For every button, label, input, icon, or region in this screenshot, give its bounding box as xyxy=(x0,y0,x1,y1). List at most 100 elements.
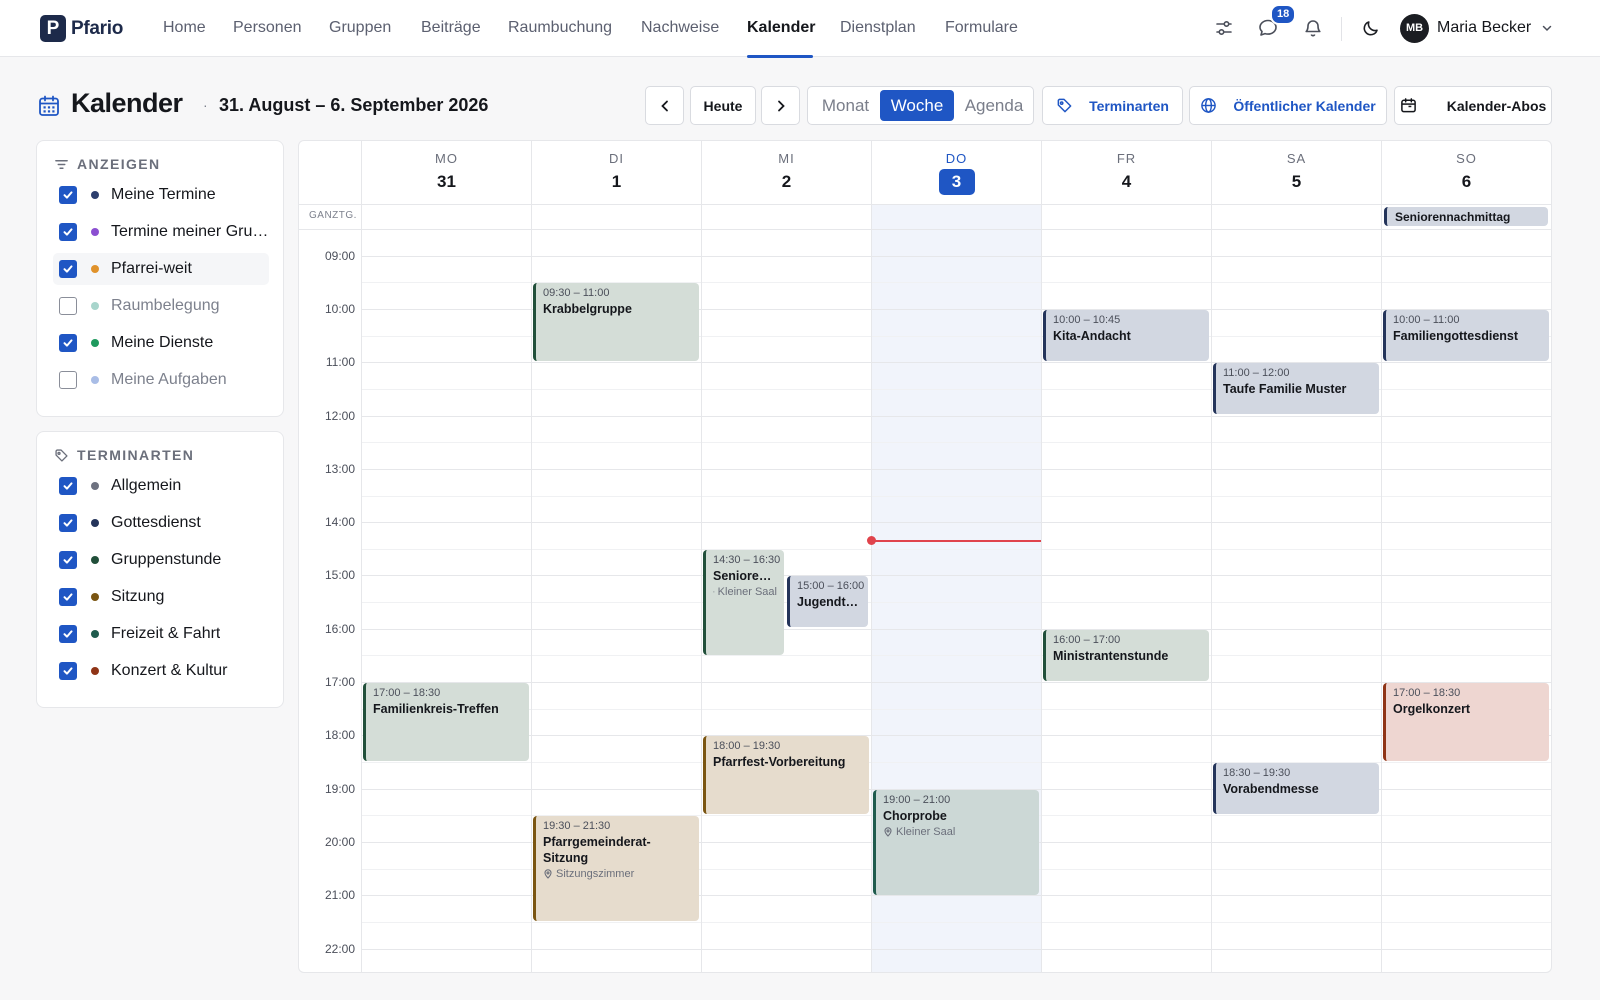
event-location-text: Kleiner Saal xyxy=(717,586,777,598)
event-time: 11:00 – 12:00 xyxy=(1223,367,1290,379)
calendar-subscriptions-button[interactable]: Kalender-Abos xyxy=(1394,86,1552,125)
previous-week-button[interactable] xyxy=(645,86,684,125)
grid-line xyxy=(361,682,1551,683)
type-filter-4[interactable]: Freizeit & Fahrt xyxy=(53,618,269,650)
checkbox[interactable] xyxy=(59,625,77,643)
show-filter-4[interactable]: Meine Dienste xyxy=(53,327,269,359)
filter-label: Gottesdienst xyxy=(111,514,201,531)
hour-label: 17:00 xyxy=(324,675,355,689)
calendar-event[interactable]: 17:00 – 18:30 Orgelkonzert xyxy=(1383,683,1549,761)
checkbox[interactable] xyxy=(59,260,77,278)
bell-icon[interactable] xyxy=(1299,14,1327,42)
calendar-event[interactable]: 10:00 – 11:00 Familiengottesdienst xyxy=(1383,310,1549,361)
color-dot xyxy=(91,376,99,384)
color-dot xyxy=(91,593,99,601)
calendar-event[interactable]: 16:00 – 17:00 Ministrantenstunde xyxy=(1043,630,1209,681)
event-time: 19:30 – 21:30 xyxy=(543,820,611,832)
nav-nachweise[interactable]: Nachweise xyxy=(641,19,719,37)
calendar-event[interactable]: 11:00 – 12:00 Taufe Familie Muster xyxy=(1213,363,1379,414)
calendar-event[interactable]: 19:00 – 21:00 Chorprobe Kleiner Saal xyxy=(873,790,1039,895)
day-header[interactable]: DI 1 xyxy=(531,141,701,204)
view-agenda-tab[interactable]: Agenda xyxy=(957,90,1031,121)
grid-line xyxy=(299,229,1551,230)
view-week-tab[interactable]: Woche xyxy=(880,90,954,121)
calendar-event[interactable]: 15:00 – 16:00 Jugendtreff xyxy=(787,576,868,627)
nav-raumbuchung[interactable]: Raumbuchung xyxy=(508,19,612,37)
event-types-heading: TERMINARTEN xyxy=(54,447,194,463)
checkbox[interactable] xyxy=(59,334,77,352)
grid-line xyxy=(361,416,1551,417)
show-filter-title: ANZEIGEN xyxy=(77,156,161,172)
color-dot xyxy=(91,265,99,273)
color-dot xyxy=(91,519,99,527)
calendar-event[interactable]: 14:30 – 16:30 Seniorencafé Kleiner Saal xyxy=(703,550,784,655)
checkbox[interactable] xyxy=(59,514,77,532)
calendar-event[interactable]: 19:30 – 21:30 Pfarrgemeinderat-Sitzung Sit… xyxy=(533,816,699,921)
show-filter-5[interactable]: Meine Aufgaben xyxy=(53,364,269,396)
show-filter-1[interactable]: Termine meiner Gruppen xyxy=(53,216,269,248)
settings-sliders-icon[interactable] xyxy=(1210,14,1238,42)
color-dot xyxy=(91,556,99,564)
show-filter-0[interactable]: Meine Termine xyxy=(53,179,269,211)
nav-personen[interactable]: Personen xyxy=(233,19,302,37)
day-header[interactable]: SA 5 xyxy=(1211,141,1381,204)
view-month-tab[interactable]: Monat xyxy=(812,90,879,121)
chevron-right-icon xyxy=(777,100,785,111)
day-number: 4 xyxy=(1121,172,1132,191)
checkbox[interactable] xyxy=(59,223,77,241)
type-filter-1[interactable]: Gottesdienst xyxy=(53,507,269,539)
hour-label: 09:00 xyxy=(324,249,355,263)
event-location: Sitzungszimmer xyxy=(543,868,692,880)
event-title: Orgelkonzert xyxy=(1393,702,1471,716)
avatar[interactable]: MB xyxy=(1400,14,1429,43)
checkbox[interactable] xyxy=(59,551,77,569)
checkbox[interactable] xyxy=(59,371,77,389)
day-header[interactable]: DO 3 xyxy=(871,141,1041,204)
type-filter-3[interactable]: Sitzung xyxy=(53,581,269,613)
checkbox[interactable] xyxy=(59,662,77,680)
type-filter-0[interactable]: Allgemein xyxy=(53,470,269,502)
calendar-event[interactable]: 17:00 – 18:30 Familienkreis-Treffen xyxy=(363,683,529,761)
calendar-event[interactable]: 10:00 – 10:45 Kita-Andacht xyxy=(1043,310,1209,361)
day-number: 2 xyxy=(781,172,792,191)
nav-gruppen[interactable]: Gruppen xyxy=(329,19,391,37)
globe-icon xyxy=(1201,98,1217,113)
day-header[interactable]: FR 4 xyxy=(1041,141,1211,204)
calendar-event[interactable]: 18:30 – 19:30 Vorabendmesse xyxy=(1213,763,1379,814)
logo-mark: P xyxy=(40,15,66,42)
dark-mode-moon-icon[interactable] xyxy=(1357,14,1385,42)
type-filter-2[interactable]: Gruppenstunde xyxy=(53,544,269,576)
show-filter-2[interactable]: Pfarrei-weit xyxy=(53,253,269,285)
event-title: Krabbelgruppe xyxy=(543,302,632,316)
today-button[interactable]: Heute xyxy=(690,86,756,125)
event-title: Taufe Familie Muster xyxy=(1223,382,1347,396)
next-week-button[interactable] xyxy=(761,86,800,125)
day-header[interactable]: MI 2 xyxy=(701,141,871,204)
checkmark-icon xyxy=(63,630,73,638)
day-header[interactable]: MO 31 xyxy=(361,141,531,204)
show-filter-3[interactable]: Raumbelegung xyxy=(53,290,269,322)
checkbox[interactable] xyxy=(59,588,77,606)
nav-kalender[interactable]: Kalender xyxy=(747,19,815,37)
app-logo[interactable]: P Pfario xyxy=(40,15,123,42)
calendar-subscriptions-label: Kalender-Abos xyxy=(1446,97,1547,114)
calendar-event[interactable]: 18:00 – 19:30 Pfarrfest-Vorbereitung xyxy=(703,736,869,814)
calendar-event[interactable]: 09:30 – 11:00 Krabbelgruppe xyxy=(533,283,699,361)
nav-formulare[interactable]: Formulare xyxy=(945,19,1018,37)
checkbox[interactable] xyxy=(59,186,77,204)
nav-beitraege[interactable]: Beiträge xyxy=(421,19,481,37)
color-dot xyxy=(91,482,99,490)
day-name: MI xyxy=(778,151,795,166)
nav-dienstplan[interactable]: Dienstplan xyxy=(840,19,916,37)
day-header[interactable]: SO 6 xyxy=(1381,141,1551,204)
allday-event[interactable]: Seniorennachmittag xyxy=(1384,207,1548,226)
type-filter-5[interactable]: Konzert & Kultur xyxy=(53,655,269,687)
checkbox[interactable] xyxy=(59,297,77,315)
column-divider xyxy=(1211,141,1212,972)
public-calendar-button[interactable]: Öffentlicher Kalender xyxy=(1189,86,1387,125)
chevron-down-icon[interactable] xyxy=(1541,21,1553,39)
event-types-button[interactable]: Terminarten xyxy=(1042,86,1183,125)
user-name[interactable]: Maria Becker xyxy=(1437,19,1531,37)
nav-home[interactable]: Home xyxy=(163,19,206,37)
checkbox[interactable] xyxy=(59,477,77,495)
